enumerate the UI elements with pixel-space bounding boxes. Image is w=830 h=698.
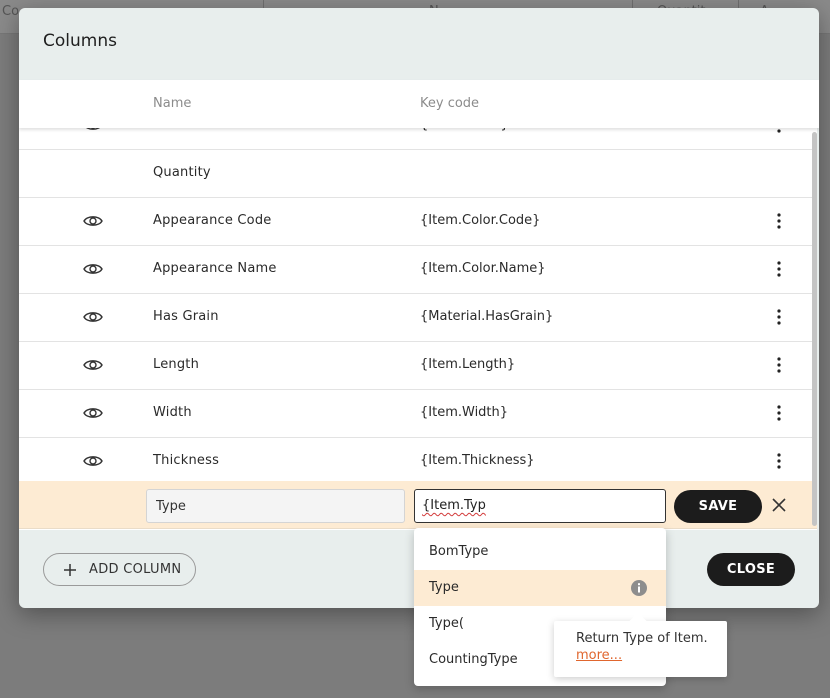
- autocomplete-item-label: BomType: [429, 544, 489, 559]
- info-tooltip: Return Type of Item. more...: [554, 621, 727, 677]
- row-name: Width: [153, 405, 192, 420]
- row-name: Quantity: [153, 165, 211, 180]
- row-name: Length: [153, 357, 200, 372]
- add-column-label: ADD COLUMN: [89, 562, 182, 577]
- background-divider: [263, 0, 264, 8]
- close-icon[interactable]: [771, 497, 787, 513]
- eye-icon[interactable]: [83, 453, 103, 469]
- autocomplete-item-active[interactable]: Type: [414, 570, 666, 606]
- eye-icon[interactable]: [83, 128, 103, 133]
- column-header-key-code: Key code: [420, 96, 480, 111]
- background-divider: [632, 0, 633, 8]
- eye-icon[interactable]: [83, 309, 103, 325]
- row-name: Appearance Name: [153, 261, 277, 276]
- table-row[interactable]: Appearance Name {Item.Color.Name}: [19, 246, 817, 294]
- edit-column-row: {Item.Typ SAVE: [19, 481, 817, 529]
- key-code-input[interactable]: {Item.Typ: [414, 489, 666, 523]
- add-column-button[interactable]: ADD COLUMN: [43, 553, 196, 586]
- row-name: Thickness: [153, 453, 220, 468]
- columns-table-body[interactable]: Name {Item.Name} Quantity Appearance Code {I…: [19, 128, 817, 530]
- table-row[interactable]: Appearance Code {Item.Color.Code}: [19, 198, 817, 246]
- more-link[interactable]: more...: [576, 648, 727, 663]
- table-row[interactable]: Thickness {Item.Thickness}: [19, 438, 817, 486]
- more-vertical-icon[interactable]: [771, 452, 787, 470]
- more-vertical-icon[interactable]: [771, 128, 787, 134]
- row-key-code: {Item.Color.Code}: [420, 213, 541, 228]
- more-vertical-icon[interactable]: [771, 212, 787, 230]
- column-header-name: Name: [153, 96, 192, 111]
- row-key-code: {Material.HasGrain}: [420, 309, 554, 324]
- table-row[interactable]: Name {Item.Name}: [19, 128, 817, 150]
- more-vertical-icon[interactable]: [771, 404, 787, 422]
- autocomplete-item-label: Type(: [429, 616, 464, 631]
- row-key-code: {Item.Length}: [420, 357, 516, 372]
- close-button[interactable]: CLOSE: [707, 553, 795, 586]
- background-header-text: Co: [2, 4, 20, 19]
- info-icon[interactable]: [630, 579, 648, 597]
- eye-icon[interactable]: [83, 261, 103, 277]
- save-button[interactable]: SAVE: [674, 490, 762, 523]
- table-row[interactable]: Has Grain {Material.HasGrain}: [19, 294, 817, 342]
- autocomplete-item[interactable]: BomType: [414, 534, 666, 570]
- background-divider: [738, 0, 739, 8]
- autocomplete-item-label: CountingType: [429, 652, 518, 667]
- columns-dialog: Columns Name Key code Name {Item.Name} Qua…: [19, 8, 819, 608]
- row-key-code: {Item.Width}: [420, 405, 509, 420]
- scrollbar-thumb[interactable]: [812, 132, 817, 526]
- eye-icon[interactable]: [83, 357, 103, 373]
- row-key-code: {Item.Color.Name}: [420, 261, 546, 276]
- autocomplete-item-label: Type: [429, 580, 459, 595]
- row-key-code: {Item.Name}: [420, 128, 509, 132]
- row-name: Name: [153, 128, 192, 132]
- key-code-input-text: {Item.Typ: [422, 498, 486, 513]
- more-vertical-icon[interactable]: [771, 356, 787, 374]
- row-key-code: {Item.Thickness}: [420, 453, 535, 468]
- plus-icon: [64, 564, 76, 576]
- table-row[interactable]: Length {Item.Length}: [19, 342, 817, 390]
- tooltip-text: Return Type of Item.: [576, 631, 708, 646]
- more-vertical-icon[interactable]: [771, 308, 787, 326]
- column-name-input[interactable]: [146, 489, 405, 523]
- eye-icon[interactable]: [83, 213, 103, 229]
- row-name: Appearance Code: [153, 213, 272, 228]
- columns-table-header: Name Key code: [19, 80, 819, 128]
- row-name: Has Grain: [153, 309, 219, 324]
- dialog-title: Columns: [43, 31, 117, 51]
- table-row[interactable]: Quantity: [19, 150, 817, 198]
- more-vertical-icon[interactable]: [771, 260, 787, 278]
- table-row[interactable]: Width {Item.Width}: [19, 390, 817, 438]
- eye-icon[interactable]: [83, 405, 103, 421]
